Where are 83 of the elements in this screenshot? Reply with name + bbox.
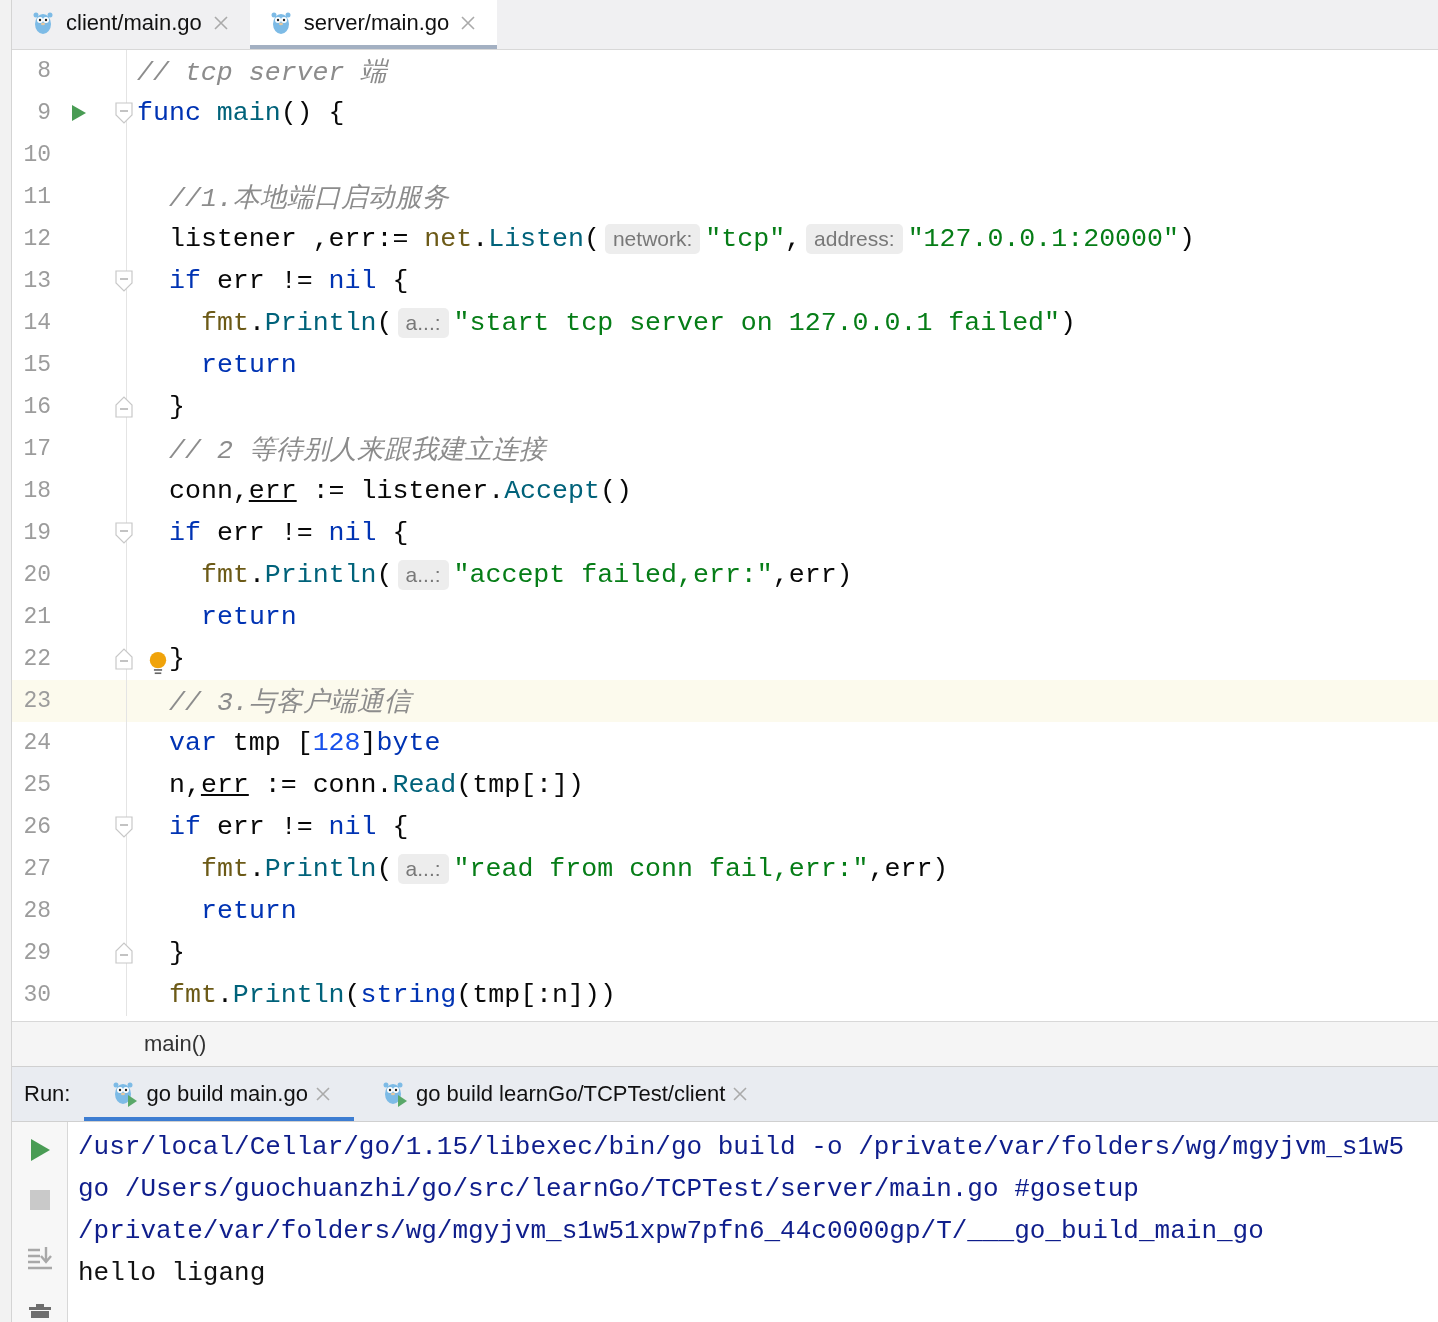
code-text: "accept failed,err:",err) xyxy=(453,560,853,590)
line-number: 9 xyxy=(37,100,51,126)
line-number: 16 xyxy=(23,394,51,420)
code-text: "127.0.0.1:20000") xyxy=(907,224,1195,254)
code-line: func main() { xyxy=(137,98,345,128)
run-icon[interactable] xyxy=(28,1138,51,1162)
line-number: 26 xyxy=(23,814,51,840)
run-config-icon xyxy=(381,1080,408,1108)
line-number: 15 xyxy=(23,352,51,378)
code-line: //1.本地端口启动服务 xyxy=(169,182,449,215)
parameter-hint: network: xyxy=(604,224,701,254)
line-number: 17 xyxy=(23,436,51,462)
parameter-hint: address: xyxy=(806,224,903,254)
code-text: "read from conn fail,err:",err) xyxy=(453,854,949,884)
line-number: 11 xyxy=(23,184,51,210)
fold-icon[interactable] xyxy=(115,102,133,124)
code-text: fmt.Println( xyxy=(201,854,393,884)
line-number: 22 xyxy=(23,646,51,672)
lightbulb-icon xyxy=(149,651,167,675)
run-icon[interactable] xyxy=(71,104,87,122)
console-line: go /Users/guochuanzhi/go/src/learnGo/TCPTest/server/main.go #gosetup xyxy=(78,1173,1140,1206)
code-line: } xyxy=(169,392,185,422)
line-number: 10 xyxy=(23,142,51,168)
run-config-icon xyxy=(112,1080,139,1108)
close-icon[interactable] xyxy=(315,1087,330,1101)
breadcrumb[interactable]: main() xyxy=(144,1031,207,1057)
code-line: n,err := conn.Read(tmp[:]) xyxy=(169,770,584,800)
code-text: listener ,err:= net.Listen( xyxy=(169,224,600,254)
code-line: if err != nil { xyxy=(169,812,409,842)
parameter-hint: a...: xyxy=(397,308,449,338)
code-line: return xyxy=(201,896,297,926)
code-line: // 2 等待别人来跟我建立连接 xyxy=(169,434,546,467)
line-number: 23 xyxy=(23,688,51,714)
console-line: hello ligang xyxy=(78,1257,267,1290)
close-icon[interactable] xyxy=(461,15,476,30)
code-text: fmt.Println( xyxy=(201,560,393,590)
code-text: "start tcp server on 127.0.0.1 failed") xyxy=(453,308,1076,338)
code-line: } xyxy=(169,938,185,968)
line-number: 18 xyxy=(23,478,51,504)
panel-label: Run: xyxy=(23,1081,72,1107)
line-number: 8 xyxy=(37,58,51,84)
line-number: 27 xyxy=(23,856,51,882)
line-number: 20 xyxy=(23,562,51,588)
code-line: conn,err := listener.Accept() xyxy=(169,476,632,506)
line-number: 19 xyxy=(23,520,51,546)
close-icon[interactable] xyxy=(733,1087,748,1101)
code-line: } xyxy=(169,644,185,674)
run-tab[interactable]: go build learnGo/TCPTest/client xyxy=(353,1067,772,1121)
scroll-to-end-icon[interactable] xyxy=(26,1246,53,1270)
code-text: "tcp", xyxy=(705,224,802,254)
console-line: /private/var/folders/wg/mgyjvm_s1w51xpw7pfn6_44c0000gp/T/___go_build_main_go xyxy=(78,1215,1265,1248)
line-number: 28 xyxy=(23,898,51,924)
trash-icon[interactable] xyxy=(28,1304,51,1318)
line-number: 24 xyxy=(23,730,51,756)
file-tab[interactable]: server/main.go xyxy=(249,0,498,49)
line-number: 25 xyxy=(23,772,51,798)
code-line: if err != nil { xyxy=(169,266,409,296)
code-line: if err != nil { xyxy=(169,518,409,548)
close-icon[interactable] xyxy=(213,15,228,30)
fold-icon[interactable] xyxy=(115,816,133,838)
fold-icon[interactable] xyxy=(115,942,133,964)
fold-icon[interactable] xyxy=(115,270,133,292)
console-line: /usr/local/Cellar/go/1.15/libexec/bin/go build -o /private/var/folders/wg/mgyjvm_s1w5 xyxy=(78,1131,1406,1164)
code-line: var tmp [128]byte xyxy=(169,728,441,758)
stop-icon[interactable] xyxy=(29,1190,50,1210)
code-line: return xyxy=(201,350,297,380)
run-tab[interactable]: go build main.go xyxy=(84,1067,354,1121)
file-tab[interactable]: client/main.go xyxy=(12,0,250,49)
code-line: return xyxy=(201,602,297,632)
line-number: 30 xyxy=(23,982,51,1008)
fold-icon[interactable] xyxy=(115,522,133,544)
parameter-hint: a...: xyxy=(397,854,449,884)
line-number: 29 xyxy=(23,940,51,966)
line-number: 12 xyxy=(23,226,51,252)
line-number: 21 xyxy=(23,604,51,630)
code-text: fmt.Println( xyxy=(201,308,393,338)
line-number: 13 xyxy=(23,268,51,294)
fold-icon[interactable] xyxy=(115,396,133,418)
line-number: 14 xyxy=(23,310,51,336)
fold-icon[interactable] xyxy=(115,648,133,670)
code-line: // tcp server 端 xyxy=(137,57,388,89)
parameter-hint: a...: xyxy=(397,560,449,590)
code-line: fmt.Println(string(tmp[:n])) xyxy=(169,980,616,1010)
